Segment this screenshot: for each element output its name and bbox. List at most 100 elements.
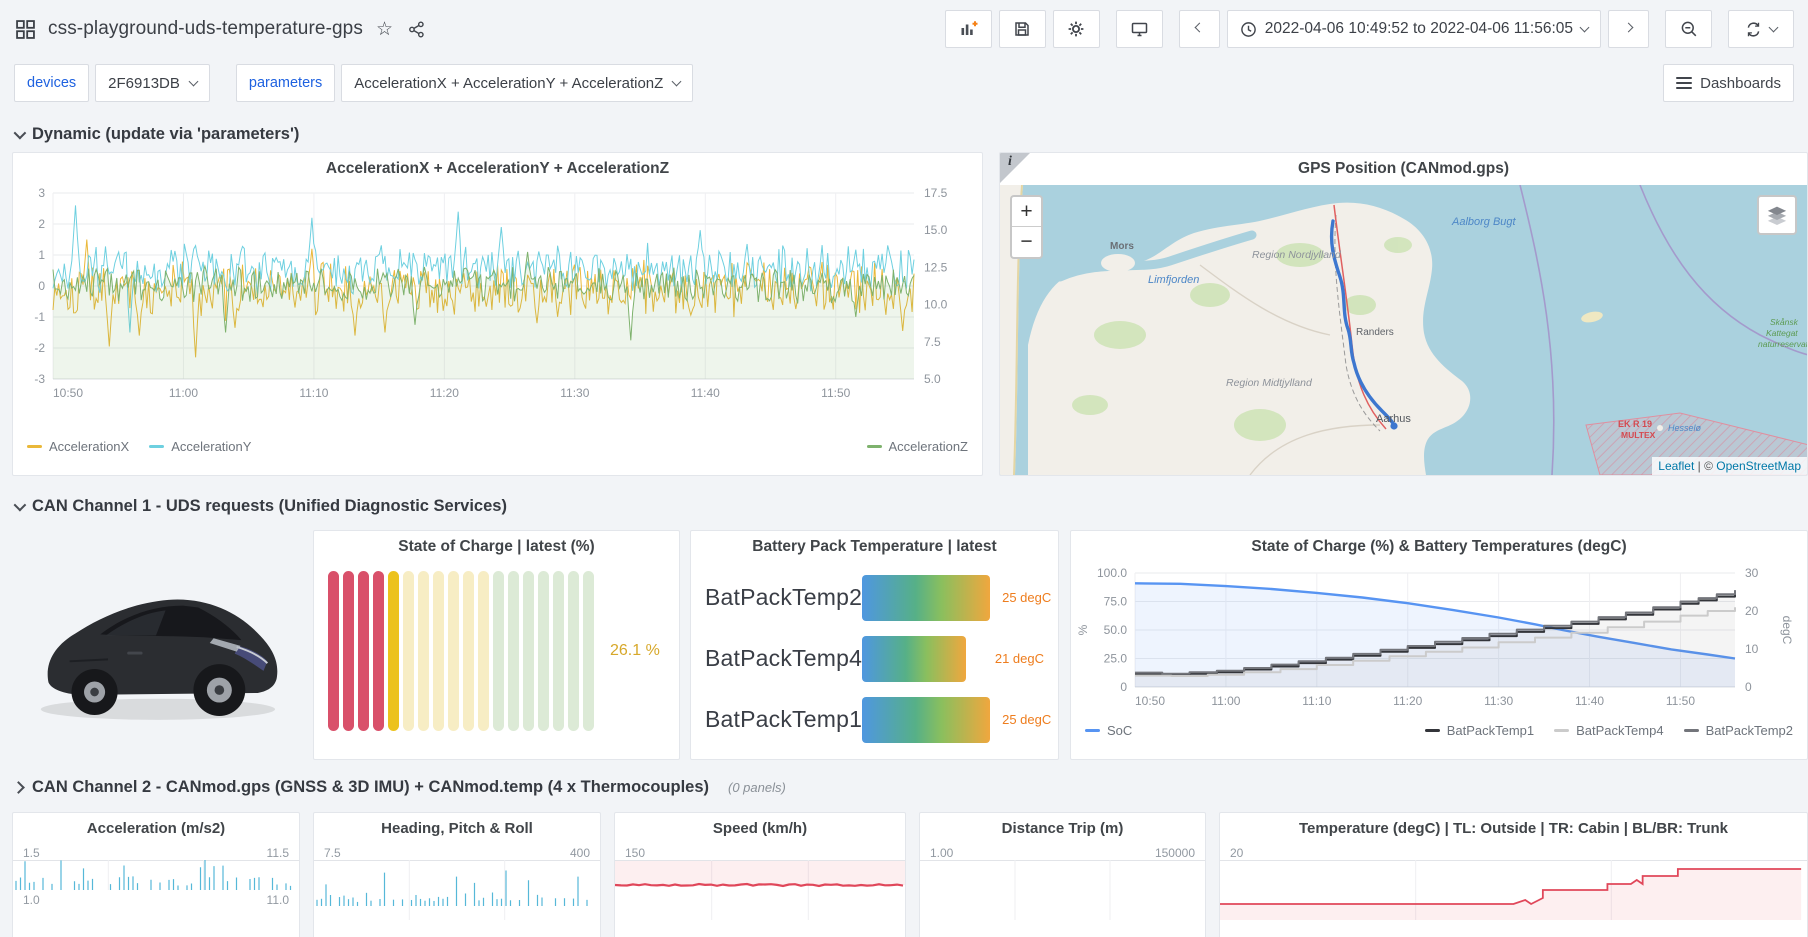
- svg-text:degC: degC: [1780, 616, 1794, 645]
- svg-text:2: 2: [38, 217, 45, 231]
- map-zoom-control: + −: [1010, 195, 1043, 259]
- map-label: Skånsk: [1770, 317, 1799, 327]
- panel-title[interactable]: GPS Position (CANmod.gps): [1000, 153, 1807, 185]
- info-icon[interactable]: i: [1008, 154, 1012, 170]
- clock-icon: [1240, 21, 1257, 38]
- svg-text:11:20: 11:20: [1393, 694, 1422, 708]
- leaflet-link[interactable]: Leaflet: [1658, 459, 1694, 473]
- battery-temp-value: 25 degC: [1002, 712, 1051, 727]
- svg-text:5.0: 5.0: [924, 372, 941, 386]
- map-canvas[interactable]: MorsLimfjordenRegion NordjyllandAalborg …: [1000, 185, 1808, 475]
- panel-title[interactable]: State of Charge | latest (%): [314, 531, 679, 563]
- panel-title[interactable]: Temperature (degC) | TL: Outside | TR: C…: [1220, 813, 1807, 843]
- y-tick: 11.5: [267, 846, 289, 860]
- sparkline-chart[interactable]: [13, 860, 299, 890]
- section-can2[interactable]: CAN Channel 2 - CANmod.gps (GNSS & 3D IM…: [0, 766, 1808, 808]
- refresh-icon: [1745, 21, 1762, 38]
- map-zoom-in-button[interactable]: +: [1012, 197, 1041, 227]
- svg-text:1: 1: [38, 248, 45, 262]
- section-dynamic[interactable]: Dynamic (update via 'parameters'): [0, 116, 1808, 152]
- parameters-variable-select[interactable]: AccelerationX + AccelerationY + Accelera…: [341, 64, 693, 102]
- dashboard-settings-button[interactable]: [1053, 10, 1100, 48]
- panel-acceleration-chart: AccelerationX + AccelerationY + Accelera…: [12, 152, 983, 476]
- soc-chart-legend: SoC BatPackTemp1 BatPackTemp4 BatPackTemp2: [1071, 721, 1807, 738]
- time-range-picker[interactable]: 2022-04-06 10:49:52 to 2022-04-06 11:56:…: [1227, 10, 1601, 48]
- battery-temp-name: BatPackTemp1: [705, 706, 862, 733]
- svg-text:%: %: [1076, 624, 1090, 635]
- svg-text:0: 0: [1120, 680, 1127, 694]
- chevron-down-icon: [672, 77, 682, 87]
- chevron-down-icon: [14, 126, 27, 139]
- dashboards-button[interactable]: Dashboards: [1663, 64, 1794, 102]
- legend-item-AccelerationY[interactable]: AccelerationY: [149, 439, 251, 454]
- sparkline-chart[interactable]: [314, 860, 600, 920]
- legend-item-BatPackTemp2[interactable]: BatPackTemp2: [1684, 723, 1793, 738]
- panel-title[interactable]: Speed (km/h): [615, 813, 905, 843]
- svg-text:50.0: 50.0: [1104, 623, 1128, 637]
- sparkline-chart[interactable]: [920, 860, 1205, 920]
- gauge-bar-red: [343, 571, 354, 731]
- time-range-forward-button[interactable]: [1608, 10, 1649, 48]
- panel-title[interactable]: Battery Pack Temperature | latest: [691, 531, 1058, 563]
- acceleration-chart[interactable]: 3210-1-2-317.515.012.510.07.55.010:5011:…: [13, 185, 960, 437]
- dashboard-title[interactable]: css-playground-uds-temperature-gps: [48, 18, 363, 40]
- gauge-bar-py: [403, 571, 414, 731]
- share-icon[interactable]: [406, 19, 427, 40]
- panel-title[interactable]: Distance Trip (m): [920, 813, 1205, 843]
- gauge-bar-pg: [523, 571, 534, 731]
- svg-text:11:40: 11:40: [1575, 694, 1604, 708]
- add-panel-button[interactable]: [945, 10, 992, 48]
- zoom-out-time-button[interactable]: [1665, 10, 1712, 48]
- section-can2-title: CAN Channel 2 - CANmod.gps (GNSS & 3D IM…: [32, 778, 709, 797]
- cycle-view-mode-button[interactable]: [1116, 10, 1163, 48]
- map-label: Randers: [1356, 327, 1394, 338]
- legend-item-SoC[interactable]: SoC: [1085, 723, 1132, 738]
- time-range-text: 2022-04-06 10:49:52 to 2022-04-06 11:56:…: [1265, 20, 1573, 38]
- gauge-bar-py: [433, 571, 444, 731]
- map-zoom-out-button[interactable]: −: [1012, 227, 1041, 257]
- section-can1[interactable]: CAN Channel 1 - UDS requests (Unified Di…: [0, 486, 1808, 526]
- gauge-bar-red: [328, 571, 339, 731]
- y-tick: 150: [625, 846, 645, 860]
- svg-text:75.0: 75.0: [1104, 595, 1128, 609]
- legend-item-AccelerationX[interactable]: AccelerationX: [27, 439, 129, 454]
- y-tick: 1.0: [23, 893, 40, 907]
- soc-temperature-chart[interactable]: 100.075.050.025.003020100%degC10:5011:00…: [1071, 563, 1797, 721]
- refresh-dashboard-button[interactable]: [1728, 10, 1794, 48]
- dashboards-button-label: Dashboards: [1700, 75, 1781, 92]
- save-dashboard-button[interactable]: [999, 10, 1046, 48]
- map-label: MULTEX: [1621, 430, 1656, 440]
- apps-grid-icon[interactable]: [14, 18, 37, 41]
- svg-text:-3: -3: [34, 372, 45, 386]
- openstreetmap-link[interactable]: OpenStreetMap: [1716, 459, 1801, 473]
- panel-title[interactable]: State of Charge (%) & Battery Temperatur…: [1071, 531, 1807, 563]
- panel-title[interactable]: AccelerationX + AccelerationY + Accelera…: [13, 153, 982, 185]
- legend-item-AccelerationZ[interactable]: AccelerationZ: [867, 439, 968, 454]
- leaflet-map[interactable]: MorsLimfjordenRegion NordjyllandAalborg …: [1000, 185, 1807, 475]
- panel-title[interactable]: Acceleration (m/s2): [13, 813, 299, 843]
- panel-heading-pitch-roll-mini: Heading, Pitch & Roll 7.5400: [313, 812, 601, 937]
- panel-speed-mini: Speed (km/h) 150: [614, 812, 906, 937]
- y-tick: 11.0: [267, 893, 289, 907]
- sparkline-chart[interactable]: [615, 860, 905, 920]
- legend-item-BatPackTemp4[interactable]: BatPackTemp4: [1554, 723, 1663, 738]
- panel-title[interactable]: Heading, Pitch & Roll: [314, 813, 600, 843]
- svg-text:7.5: 7.5: [924, 335, 941, 349]
- map-layers-control[interactable]: [1757, 195, 1797, 235]
- devices-variable-select[interactable]: 2F6913DB: [95, 64, 210, 102]
- sparkline-chart[interactable]: [1220, 860, 1807, 920]
- chevron-down-icon: [1769, 23, 1779, 33]
- time-range-back-button[interactable]: [1179, 10, 1220, 48]
- battery-temp-bar: [862, 697, 990, 743]
- panel-soc-gauge: State of Charge | latest (%) 26.1 %: [313, 530, 680, 760]
- svg-text:11:20: 11:20: [430, 386, 459, 400]
- y-tick: 7.5: [324, 846, 341, 860]
- devices-variable-label[interactable]: devices: [14, 64, 89, 102]
- star-icon[interactable]: ☆: [374, 18, 395, 41]
- legend-item-BatPackTemp1[interactable]: BatPackTemp1: [1425, 723, 1534, 738]
- panel-gps-map: i GPS Position (CANmod.gps): [999, 152, 1808, 476]
- section-can1-title: CAN Channel 1 - UDS requests (Unified Di…: [32, 497, 507, 516]
- battery-temp-name: BatPackTemp2: [705, 584, 862, 611]
- map-label: Mors: [1110, 241, 1134, 252]
- parameters-variable-label[interactable]: parameters: [236, 64, 335, 102]
